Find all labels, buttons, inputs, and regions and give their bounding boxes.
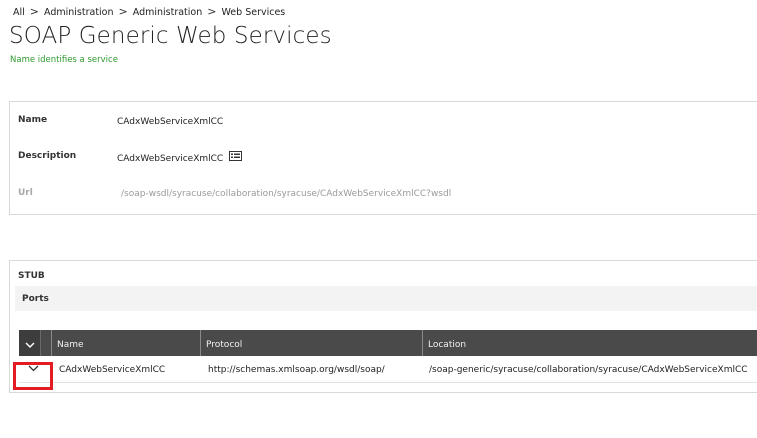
breadcrumb: All > Administration > Administration > Web Se… xyxy=(13,5,285,18)
name-value: CAdxWebServiceXmlCC xyxy=(117,117,224,127)
breadcrumb-item-all[interactable]: All xyxy=(13,7,25,18)
table-row: CAdxWebServiceXmlCC http://schemas.xmlso… xyxy=(19,357,757,383)
row-expand-highlight xyxy=(13,362,53,390)
page-subtitle: Name identifies a service xyxy=(10,55,118,65)
url-label: Url xyxy=(18,188,33,198)
breadcrumb-separator: > xyxy=(207,5,217,18)
breadcrumb-separator: > xyxy=(118,5,128,18)
row-name-cell[interactable]: CAdxWebServiceXmlCC xyxy=(59,357,165,382)
breadcrumb-separator: > xyxy=(29,5,39,18)
breadcrumb-item-administration-2[interactable]: Administration xyxy=(133,7,203,18)
name-label: Name xyxy=(18,115,48,125)
column-header-name[interactable]: Name xyxy=(52,330,200,356)
column-header-location[interactable]: Location xyxy=(423,330,757,356)
description-value: CAdxWebServiceXmlCC xyxy=(117,154,224,164)
ports-section xyxy=(15,286,757,311)
translation-list-icon[interactable] xyxy=(229,151,243,164)
description-label: Description xyxy=(18,151,77,161)
page-title: SOAP Generic Web Services xyxy=(9,23,332,49)
description-field: CAdxWebServiceXmlCC xyxy=(117,151,243,165)
ports-section-title: Ports xyxy=(22,294,49,304)
ports-table-header: Name Protocol Location xyxy=(19,330,757,356)
row-protocol-cell: http://schemas.xmlsoap.org/wsdl/soap/ xyxy=(208,365,385,375)
chevron-down-icon xyxy=(25,338,35,352)
expand-all-button[interactable] xyxy=(19,330,41,356)
row-location-cell: /soap-generic/syracuse/collaboration/syr… xyxy=(429,365,748,375)
url-value: /soap-wsdl/syracuse/collaboration/syracu… xyxy=(121,189,452,199)
column-header-protocol[interactable]: Protocol xyxy=(201,330,422,356)
stub-section-title: STUB xyxy=(18,271,45,281)
breadcrumb-item-web-services[interactable]: Web Services xyxy=(221,7,285,18)
breadcrumb-item-administration[interactable]: Administration xyxy=(44,7,114,18)
